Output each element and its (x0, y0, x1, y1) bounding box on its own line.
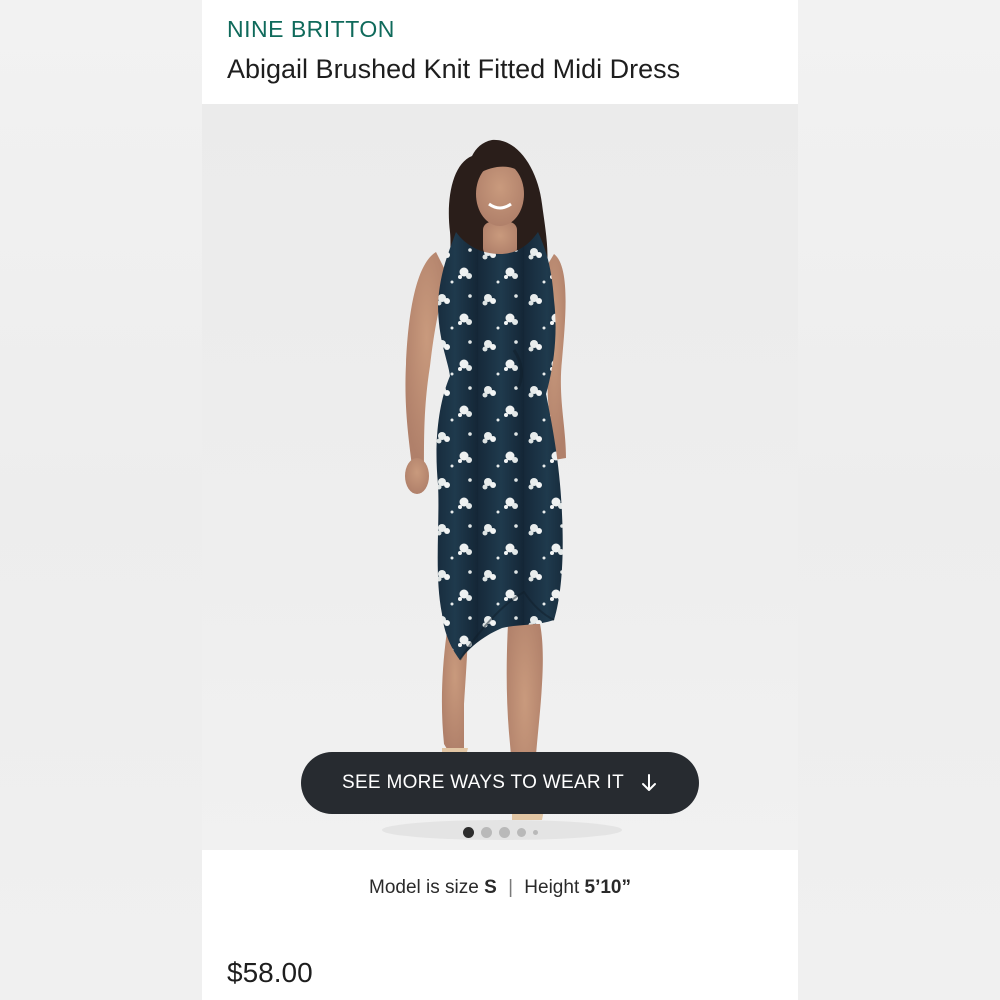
product-title: Abigail Brushed Knit Fitted Midi Dress (227, 54, 681, 84)
product-photo (382, 139, 622, 840)
product-page: NINE BRITTON Abigail Brushed Knit Fitted… (202, 0, 798, 1000)
screen: NINE BRITTON Abigail Brushed Knit Fitted… (0, 0, 1000, 1000)
carousel-dot[interactable] (516, 827, 526, 837)
product-image-carousel[interactable]: SEE MORE WAYS TO WEAR IT (202, 104, 798, 850)
carousel-dot[interactable] (498, 826, 510, 838)
model-fit-info: Model is size S | Height 5’10” (202, 877, 798, 899)
model-height-label: Height (524, 877, 580, 898)
fit-separator: | (508, 877, 514, 898)
carousel-dot[interactable] (532, 829, 538, 835)
model-size-label: Model is size (369, 877, 479, 898)
background-left (0, 0, 202, 1000)
model-size-value: S (484, 877, 497, 898)
product-header: NINE BRITTON Abigail Brushed Knit Fitted… (202, 0, 798, 104)
see-more-ways-button[interactable]: SEE MORE WAYS TO WEAR IT (301, 752, 699, 814)
product-price: $58.00 (227, 957, 313, 988)
carousel-dot[interactable] (462, 826, 474, 838)
arrow-down-icon (642, 774, 657, 791)
carousel-dot[interactable] (480, 826, 492, 838)
model-height-value: 5’10” (584, 877, 631, 898)
background-right (798, 0, 1000, 1000)
brand-name[interactable]: NINE BRITTON (227, 16, 395, 43)
see-more-ways-label: SEE MORE WAYS TO WEAR IT (341, 772, 625, 793)
carousel-pagination (202, 826, 798, 838)
